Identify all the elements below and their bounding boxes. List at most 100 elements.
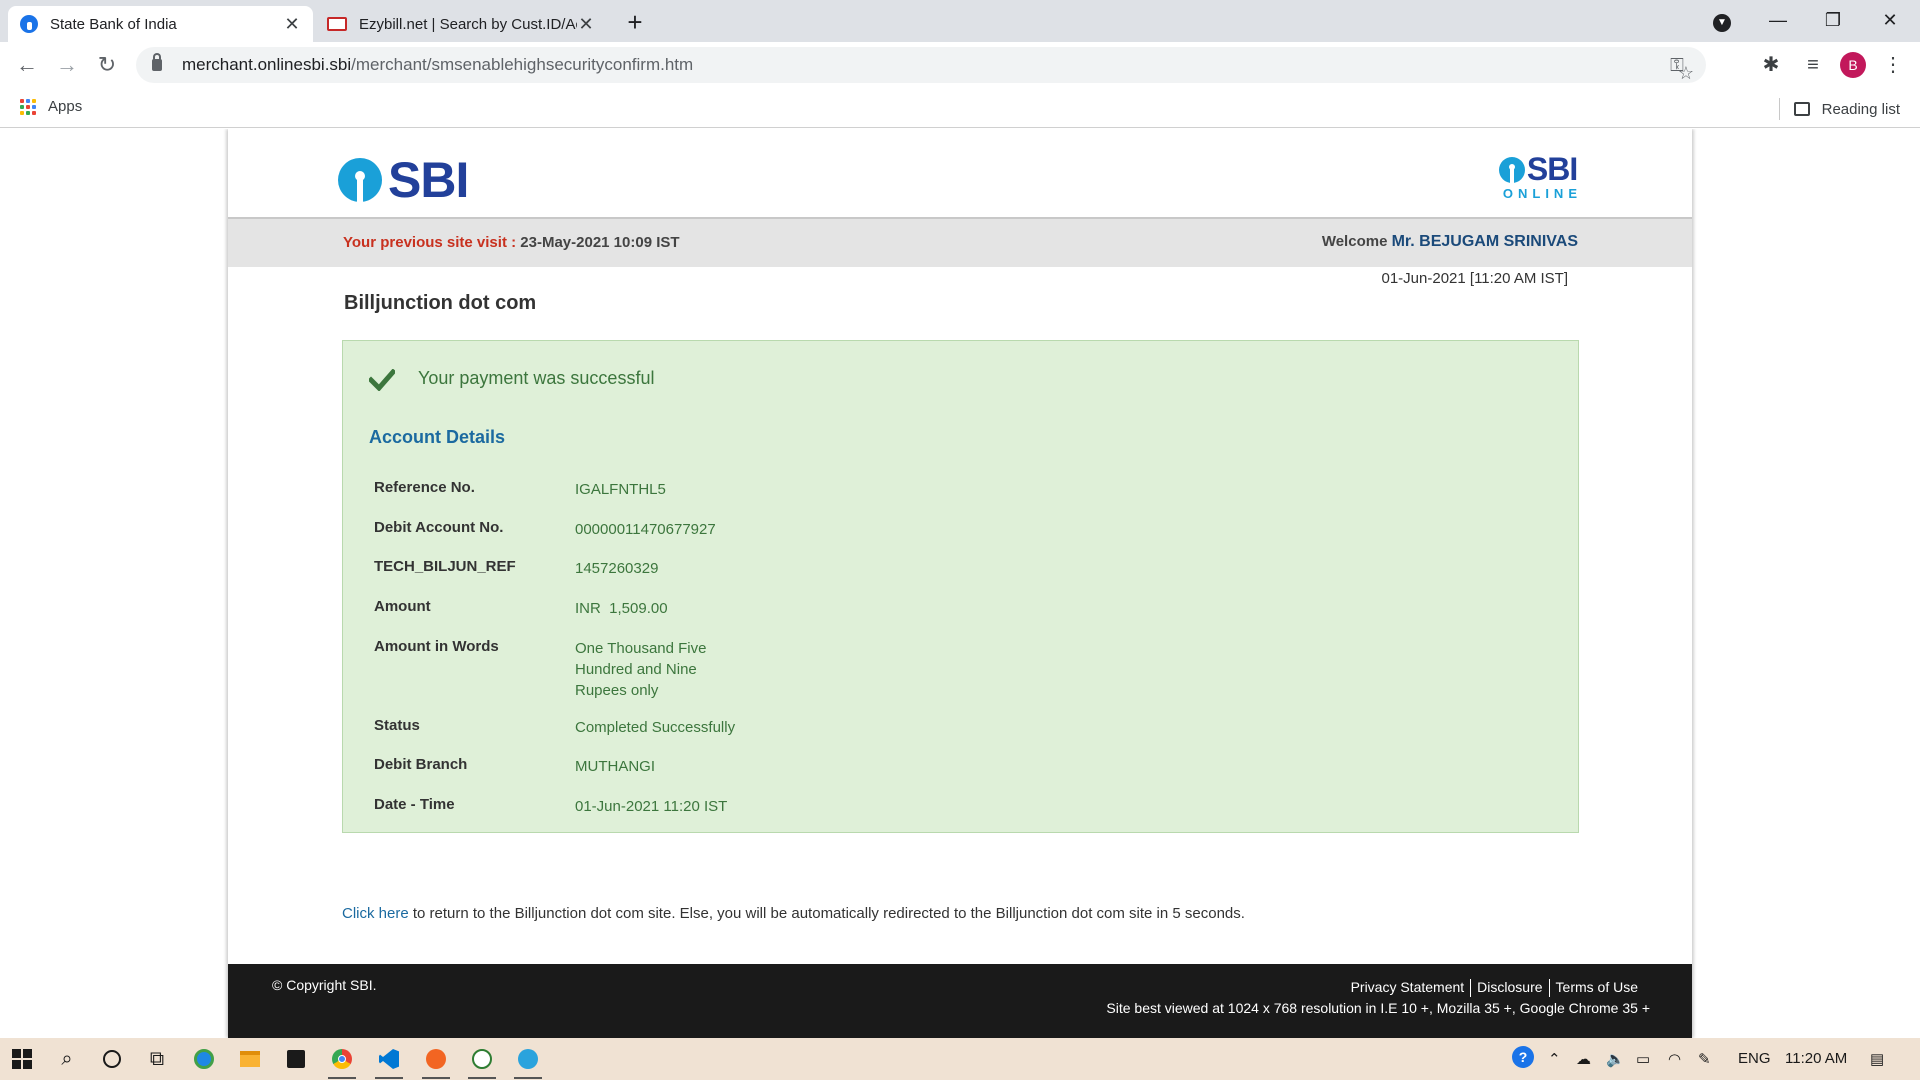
language-indicator[interactable]: ENG xyxy=(1738,1050,1771,1067)
extensions-icon[interactable]: ✱ xyxy=(1758,52,1784,78)
detail-label: Amount xyxy=(374,598,431,615)
reading-list-icon xyxy=(1793,102,1810,116)
menu-icon[interactable]: ⋮ xyxy=(1880,52,1906,78)
help-icon[interactable]: ? xyxy=(1512,1046,1534,1068)
apps-grid-icon xyxy=(20,98,36,115)
site-header: SBI SBI ONLINE xyxy=(228,129,1692,217)
clock[interactable]: 11:20 AM xyxy=(1785,1050,1847,1067)
reading-list-button[interactable]: Reading list xyxy=(1778,98,1900,120)
sbi-online-logo: SBI ONLINE xyxy=(1498,151,1582,201)
apps-label: Apps xyxy=(48,98,83,115)
welcome-user: Welcome Mr. BEJUGAM SRINIVAS xyxy=(1322,233,1578,251)
tab-ezybill[interactable]: Ezybill.net | Search by Cust.ID/Ac ✕ xyxy=(315,6,607,42)
task-view-icon[interactable]: ⧉ xyxy=(141,1044,173,1074)
detail-value: 00000011470677927 xyxy=(575,521,716,538)
search-icon[interactable]: ⌕ xyxy=(51,1044,83,1074)
notifications-icon[interactable]: ▤ xyxy=(1870,1050,1884,1068)
close-window-button[interactable]: ✕ xyxy=(1870,4,1910,36)
site-footer: © Copyright SBI. Privacy Statement Discl… xyxy=(228,964,1692,1038)
new-tab-button[interactable]: + xyxy=(620,8,650,38)
redirect-notice: Click here to return to the Billjunction… xyxy=(342,905,1245,922)
privacy-statement-link[interactable]: Privacy Statement xyxy=(1345,979,1471,997)
detail-value: IGALFNTHL5 xyxy=(575,481,666,498)
profile-avatar[interactable]: B xyxy=(1840,52,1866,78)
media-control-icon[interactable]: ≡ xyxy=(1800,52,1826,78)
edge-icon[interactable] xyxy=(188,1044,220,1074)
tab-title: Ezybill.net | Search by Cust.ID/Ac xyxy=(359,15,577,33)
minimize-button[interactable]: — xyxy=(1758,4,1798,36)
sbi-online-keyhole-icon xyxy=(1498,156,1525,183)
url-host: merchant.onlinesbi.sbi xyxy=(182,55,352,74)
battery-icon[interactable]: ▭ xyxy=(1636,1050,1650,1068)
file-explorer-icon[interactable] xyxy=(234,1044,266,1074)
footer-links: Privacy Statement Disclosure Terms of Us… xyxy=(1345,979,1644,997)
current-datetime: 01-Jun-2021 [11:20 AM IST] xyxy=(1381,270,1569,287)
tab-title: State Bank of India xyxy=(50,15,177,33)
detail-label: Status xyxy=(374,717,420,734)
apps-bookmark[interactable]: Apps xyxy=(20,98,82,115)
url-path: /merchant/smsenablehighsecurityconfirm.h… xyxy=(351,55,694,74)
pen-icon[interactable]: ✎ xyxy=(1698,1050,1711,1068)
detail-value: 01-Jun-2021 11:20 IST xyxy=(575,798,728,815)
sbi-online-logo-text: SBI xyxy=(1526,151,1578,187)
detail-value: INR 1,509.00 xyxy=(575,600,668,617)
tab-search-icon[interactable]: ▼ xyxy=(1702,4,1742,36)
reading-list-label: Reading list xyxy=(1821,100,1900,118)
detail-label: TECH_BILJUN_REF xyxy=(374,558,516,575)
sbi-favicon-icon xyxy=(20,15,38,33)
sbi-keyhole-icon xyxy=(338,158,382,202)
checkmark-icon xyxy=(369,369,395,391)
page-viewport: SBI SBI ONLINE Your previous site visit … xyxy=(0,129,1920,1038)
sbi-logo-text: SBI xyxy=(388,152,469,208)
telegram-icon[interactable] xyxy=(512,1044,544,1079)
browser-tab-bar: State Bank of India ✕ Ezybill.net | Sear… xyxy=(0,0,1920,42)
reload-button[interactable]: ↻ xyxy=(92,50,122,80)
browser-toolbar: ← → ↻ merchant.onlinesbi.sbi/merchant/sm… xyxy=(0,42,1920,88)
store-icon[interactable] xyxy=(280,1044,312,1074)
close-tab-icon[interactable]: ✕ xyxy=(283,14,301,35)
address-bar[interactable]: merchant.onlinesbi.sbi/merchant/smsenabl… xyxy=(136,47,1706,83)
payment-success-panel: Your payment was successful Account Deta… xyxy=(342,340,1579,833)
previous-visit-label: Your previous site visit : xyxy=(343,234,517,251)
bookmarks-separator xyxy=(1778,98,1780,120)
vscode-icon[interactable] xyxy=(373,1044,405,1079)
redirect-text: to return to the Billjunction dot com si… xyxy=(408,905,1245,922)
online-tag: ONLINE xyxy=(1502,186,1582,201)
welcome-label: Welcome xyxy=(1321,233,1388,250)
account-details-heading: Account Details xyxy=(369,427,506,447)
cortana-icon[interactable] xyxy=(96,1044,128,1074)
page-title: Billjunction dot com xyxy=(344,292,537,314)
copyright: © Copyright SBI. xyxy=(272,977,377,993)
bookmark-star-icon[interactable]: ☆ xyxy=(1675,62,1697,84)
chrome-icon[interactable] xyxy=(326,1044,358,1079)
show-hidden-icons-icon[interactable]: ⌃ xyxy=(1548,1050,1561,1068)
previous-visit: Your previous site visit : 23-May-2021 1… xyxy=(343,234,680,251)
wifi-icon[interactable]: ◠ xyxy=(1668,1050,1681,1068)
tab-state-bank-of-india[interactable]: State Bank of India ✕ xyxy=(8,6,313,42)
best-viewed-note: Site best viewed at 1024 x 768 resolutio… xyxy=(1106,1000,1650,1016)
close-tab-icon[interactable]: ✕ xyxy=(577,14,595,35)
app-green-icon[interactable] xyxy=(466,1044,498,1079)
return-link[interactable]: Click here xyxy=(342,905,409,922)
detail-value: MUTHANGI xyxy=(575,758,655,775)
disclosure-link[interactable]: Disclosure xyxy=(1471,979,1548,997)
forward-button[interactable]: → xyxy=(52,50,82,80)
user-name: Mr. BEJUGAM SRINIVAS xyxy=(1391,233,1578,250)
detail-value: One Thousand Five Hundred and Nine Rupee… xyxy=(575,640,707,699)
detail-label: Debit Account No. xyxy=(374,519,504,536)
onedrive-icon[interactable]: ☁ xyxy=(1576,1050,1591,1068)
lock-icon[interactable] xyxy=(152,53,162,71)
session-info-bar: Your previous site visit : 23-May-2021 1… xyxy=(228,217,1692,267)
terms-of-use-link[interactable]: Terms of Use xyxy=(1550,979,1644,997)
restore-button[interactable]: ❐ xyxy=(1813,4,1853,36)
windows-taskbar: ⌕ ⧉ ? ⌃ ☁ 🔈 ▭ ◠ ✎ ENG 11:20 AM ▤ xyxy=(0,1038,1920,1080)
detail-label: Amount in Words xyxy=(374,638,499,655)
detail-label: Debit Branch xyxy=(374,756,468,773)
detail-value: Completed Successfully xyxy=(575,719,736,736)
volume-icon[interactable]: 🔈 xyxy=(1606,1050,1625,1068)
success-message: Your payment was successful xyxy=(418,368,655,388)
windows-start-icon[interactable] xyxy=(6,1044,38,1074)
app-orange-icon[interactable] xyxy=(420,1044,452,1079)
detail-value: 1457260329 xyxy=(575,560,659,577)
back-button[interactable]: ← xyxy=(12,50,42,80)
